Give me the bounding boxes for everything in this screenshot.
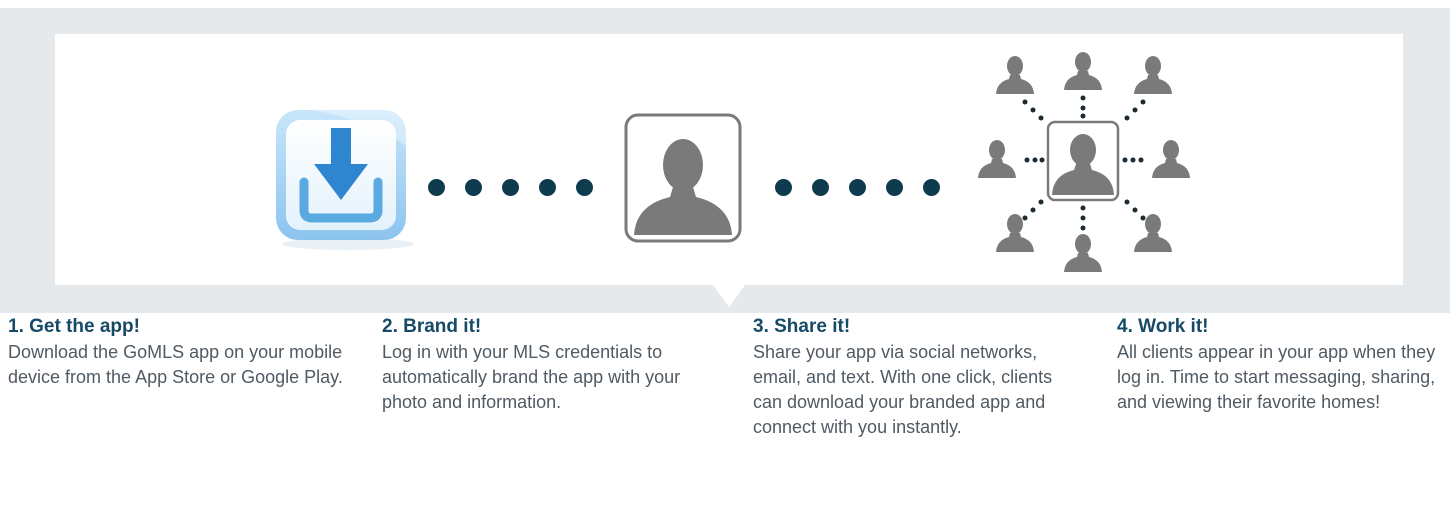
step-description: Download the GoMLS app on your mobile de… xyxy=(8,342,343,387)
panel-pointer xyxy=(713,285,745,307)
connector-dot xyxy=(539,179,556,196)
download-app-icon xyxy=(276,110,414,250)
connector-dot xyxy=(775,179,792,196)
client-network-icon xyxy=(978,52,1190,272)
dots-connector-1 xyxy=(428,179,593,196)
step-1: 1. Get the app! Download the GoMLS app o… xyxy=(8,316,353,390)
connector-dot xyxy=(812,179,829,196)
connector-dot xyxy=(923,179,940,196)
dots-connector-2 xyxy=(775,179,940,196)
connector-dot xyxy=(886,179,903,196)
connector-dot xyxy=(502,179,519,196)
step-description: Log in with your MLS credentials to auto… xyxy=(382,342,681,412)
step-description: Share your app via social networks, emai… xyxy=(753,342,1053,437)
step-title: 3. Share it! xyxy=(753,316,851,337)
step-title: 4. Work it! xyxy=(1117,316,1209,337)
connector-dot xyxy=(849,179,866,196)
step-4: 4. Work it! All clients appear in your a… xyxy=(1117,316,1442,415)
connector-dot xyxy=(576,179,593,196)
step-description: All clients appear in your app when they… xyxy=(1117,342,1436,412)
connector-dot xyxy=(428,179,445,196)
agent-profile-icon xyxy=(624,113,742,243)
connector-dot xyxy=(465,179,482,196)
step-title: 1. Get the app! xyxy=(8,316,140,337)
step-title: 2. Brand it! xyxy=(382,316,482,337)
step-3: 3. Share it! Share your app via social n… xyxy=(753,316,1063,440)
step-2: 2. Brand it! Log in with your MLS creden… xyxy=(382,316,707,415)
